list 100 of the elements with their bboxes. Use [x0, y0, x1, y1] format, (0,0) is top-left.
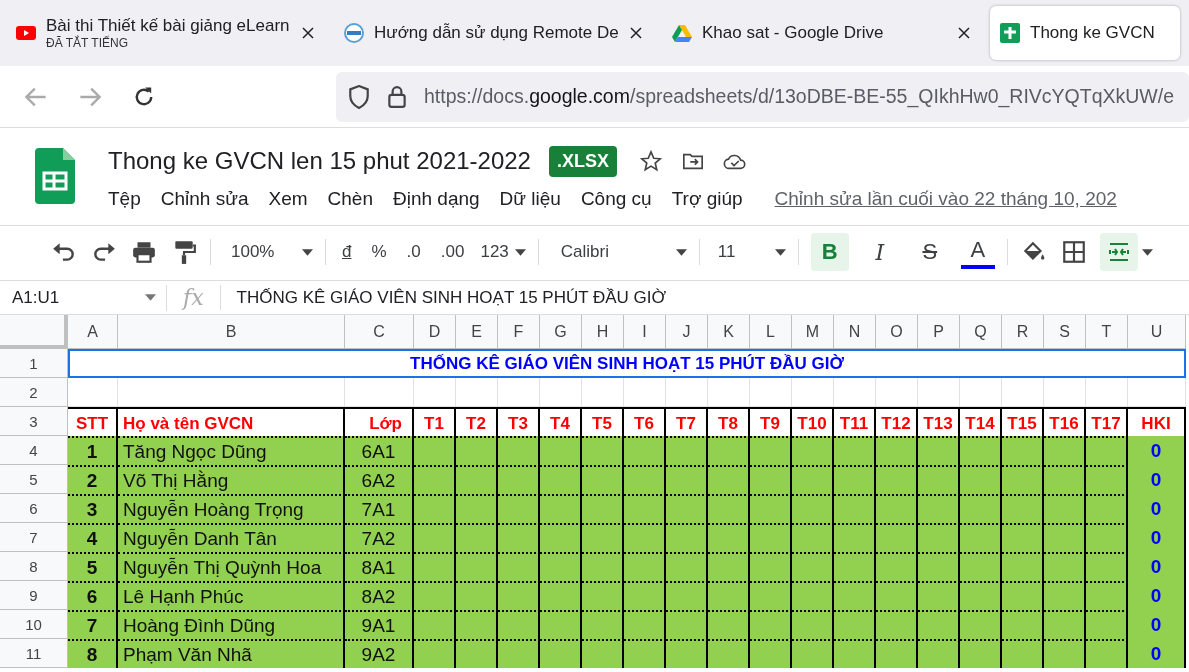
row-header[interactable]: 2 [0, 378, 68, 407]
table-cell [1002, 378, 1044, 407]
table-cell [918, 436, 960, 465]
close-icon[interactable] [630, 27, 642, 39]
table-cell [498, 436, 540, 465]
address-bar[interactable]: https://docs.google.com/spreadsheets/d/13oDBE-BE-55_QIkhHw0_RIVcYQTqXkUW/e [336, 71, 1189, 122]
format-button[interactable]: A [960, 235, 995, 269]
percent-button[interactable]: % [367, 235, 391, 269]
caret-icon [302, 248, 313, 256]
table-cell: 7A1 [345, 494, 414, 523]
row-header[interactable]: 5 [0, 465, 68, 494]
increase-decimal-button[interactable]: .00 [436, 235, 469, 269]
table-cell: 5 [68, 552, 118, 581]
table-title-cell[interactable]: THỐNG KÊ GIÁO VIÊN SINH HOẠT 15 PHÚT ĐẦU GIỜ [68, 349, 1186, 378]
currency-button[interactable]: đ [338, 235, 356, 269]
browser-tab[interactable]: Bài thi Thiết kế bài giảng eLearn ĐÃ TẮT TIẾNG [6, 6, 324, 60]
table-cell [1086, 436, 1128, 465]
menu-item[interactable]: Dữ liệu [499, 188, 561, 210]
caret-icon [774, 248, 786, 256]
table-cell: 7 [68, 610, 118, 639]
table-cell [834, 436, 876, 465]
caret-icon [514, 248, 526, 256]
menu-item[interactable]: Chèn [327, 188, 373, 210]
caret-icon[interactable] [1141, 248, 1153, 256]
column-header[interactable]: P [918, 315, 960, 349]
column-header[interactable]: U [1128, 315, 1186, 349]
table-cell [834, 639, 876, 668]
table-cell [345, 378, 414, 407]
menu-item[interactable]: Chỉnh sửa [160, 188, 249, 210]
row-header[interactable]: 9 [0, 581, 68, 610]
column-header[interactable]: E [456, 315, 498, 349]
close-icon[interactable] [958, 27, 970, 39]
table-cell: 3 [68, 494, 118, 523]
zoom-dropdown[interactable]: 100% [223, 235, 313, 269]
row-header[interactable]: 7 [0, 523, 68, 552]
last-edit-link[interactable]: Chỉnh sửa lần cuối vào 22 tháng 10, 202 [774, 188, 1117, 210]
row-header[interactable]: 10 [0, 610, 68, 639]
font-size-dropdown[interactable]: 11 [711, 235, 786, 269]
table-cell: Nguyễn Hoàng Trọng [118, 494, 345, 523]
column-header[interactable]: L [750, 315, 792, 349]
star-icon[interactable] [638, 150, 663, 172]
formula-input[interactable]: THỐNG KÊ GIÁO VIÊN SINH HOẠT 15 PHÚT ĐẦU GIỜ [220, 287, 667, 308]
column-header[interactable]: G [540, 315, 582, 349]
browser-tab[interactable]: Hướng dẫn sử dụng Remote De [334, 6, 652, 60]
column-header[interactable]: M [792, 315, 834, 349]
menu-item[interactable]: Xem [268, 188, 308, 210]
row-header[interactable]: 4 [0, 436, 68, 465]
column-header[interactable]: Q [960, 315, 1002, 349]
column-header[interactable]: F [498, 315, 540, 349]
menu-item[interactable]: Công cụ [580, 188, 652, 210]
font-dropdown[interactable]: Calibri [550, 235, 687, 269]
print-icon[interactable] [130, 239, 158, 265]
close-icon[interactable] [302, 27, 314, 39]
table-cell [582, 378, 624, 407]
table-cell: 9A1 [345, 610, 414, 639]
table-cell: 9A2 [345, 639, 414, 668]
table-cell: 6 [68, 581, 118, 610]
decrease-decimal-button[interactable]: .0 [402, 235, 425, 269]
menu-item[interactable]: Trợ giúp [671, 188, 743, 210]
column-header[interactable]: K [708, 315, 750, 349]
sheet-file-icon[interactable] [35, 148, 75, 204]
row-header[interactable]: 1 [0, 349, 68, 378]
name-box[interactable]: A1:U1 [0, 284, 167, 311]
merge-cells-button[interactable] [1099, 233, 1138, 271]
column-header[interactable]: S [1044, 315, 1086, 349]
column-header[interactable]: R [1002, 315, 1044, 349]
menu-item[interactable]: Định dạng [392, 188, 480, 210]
tab-subtitle: ĐÃ TẮT TIẾNG [46, 36, 130, 50]
column-header[interactable]: D [414, 315, 456, 349]
number-format-dropdown[interactable]: 123 [480, 235, 526, 269]
column-header[interactable]: B [118, 315, 345, 349]
browser-tab[interactable]: Khao sat - Google Drive [662, 6, 980, 60]
document-title[interactable]: Thong ke GVCN len 15 phut 2021-2022 [108, 147, 531, 175]
table-cell [1044, 639, 1086, 668]
file-type-badge: .XLSX [548, 145, 617, 177]
table-cell [624, 639, 666, 668]
format-button[interactable]: I [860, 233, 899, 271]
table-cell: 0 [1128, 436, 1186, 465]
column-header[interactable]: I [624, 315, 666, 349]
row-header[interactable]: 8 [0, 552, 68, 581]
format-button[interactable]: S [910, 233, 949, 271]
table-cell: 8A2 [345, 581, 414, 610]
format-button[interactable]: B [810, 233, 849, 271]
browser-tab[interactable]: Thong ke GVCN [990, 6, 1180, 60]
column-header[interactable]: A [68, 315, 118, 349]
column-header[interactable]: H [582, 315, 624, 349]
row-header[interactable]: 6 [0, 494, 68, 523]
menu-item[interactable]: Tệp [108, 188, 141, 210]
table-cell: 6A2 [345, 465, 414, 494]
column-header[interactable]: N [834, 315, 876, 349]
sheet-logo-icon [1000, 23, 1020, 43]
row-header[interactable]: 11 [0, 639, 68, 668]
table-cell [456, 378, 498, 407]
column-header[interactable]: T [1086, 315, 1128, 349]
table-cell [750, 436, 792, 465]
table-cell: 0 [1128, 494, 1186, 523]
column-header[interactable]: O [876, 315, 918, 349]
column-header[interactable]: J [666, 315, 708, 349]
row-header[interactable]: 3 [0, 407, 68, 436]
column-header[interactable]: C [345, 315, 414, 349]
